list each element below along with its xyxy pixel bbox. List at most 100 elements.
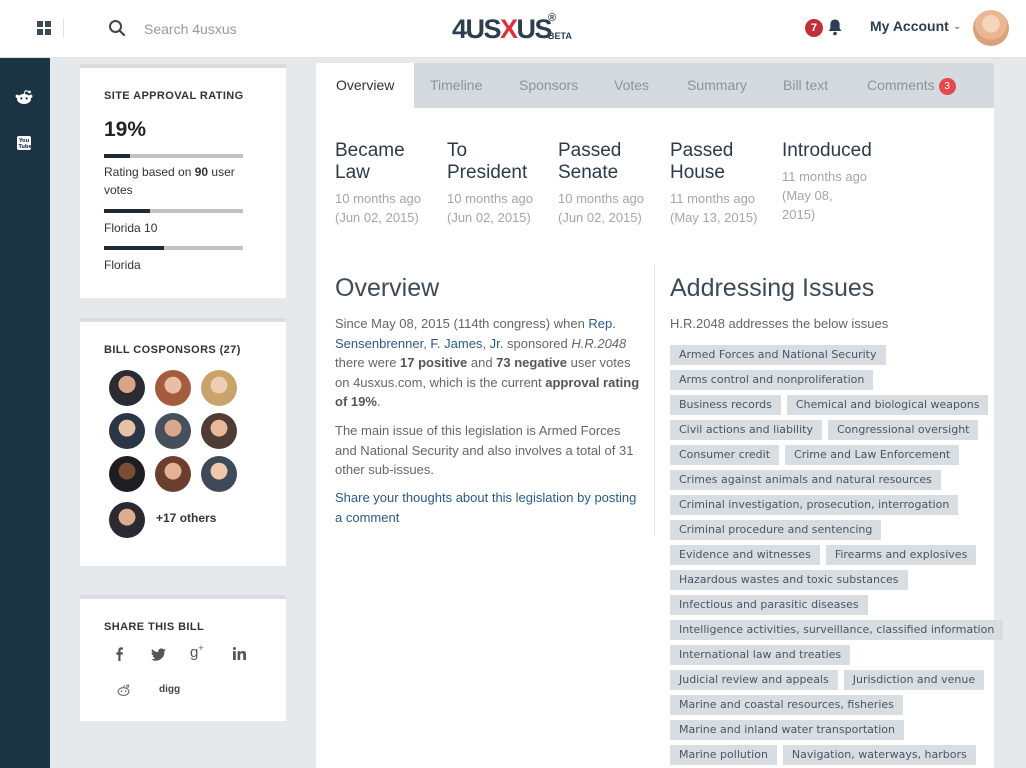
issue-row: Judicial review and appeals Jurisdiction … [670,670,1000,690]
tab-summary[interactable]: Summary [687,63,747,108]
user-avatar[interactable] [973,10,1009,46]
approval-title: SITE APPROVAL RATING [104,90,244,102]
issue-tag[interactable]: Armed Forces and National Security [670,345,886,365]
post-comment-link[interactable]: Share your thoughts about this legislati… [335,490,636,525]
issue-tag[interactable]: Infectious and parasitic diseases [670,595,868,615]
rating-votes: 90 [194,165,209,179]
issue-tag[interactable]: Navigation, waterways, harbors [782,745,976,765]
issue-tag[interactable]: Criminal investigation, prosecution, int… [670,495,959,515]
status-title: To President [447,140,528,183]
issue-row: Civil actions and liability Congressional… [670,420,1000,440]
sponsor-link-name[interactable]: Sensenbrenner [335,336,423,351]
issue-tag[interactable]: Crimes against animals and natural resou… [670,470,941,490]
cosponsor-avatar[interactable] [155,370,191,406]
status-introduced: Introduced 11 months ago (May 08, 2015) [782,140,892,224]
issue-tag[interactable]: Firearms and explosives [825,545,977,565]
state-label: Florida [104,258,141,272]
issue-tag[interactable]: Hazardous wastes and toxic substances [670,570,908,590]
issue-tag[interactable]: Crime and Law Enforcement [785,445,960,465]
issue-row: Business records Chemical and biological … [670,395,1000,415]
issue-tag[interactable]: Criminal procedure and sentencing [670,520,882,540]
reddit-icon[interactable] [14,88,34,106]
apps-grid-icon[interactable] [37,21,51,35]
main-issue-paragraph: The main issue of this legislation is Ar… [335,423,634,477]
cosponsor-avatar[interactable] [109,456,145,492]
cosponsors-title: BILL COSPONSORS (27) [104,344,241,356]
digg-icon[interactable]: digg [159,684,180,695]
my-account-menu[interactable]: My Account [870,18,949,34]
sponsor-link-first[interactable]: F. James [430,336,482,351]
comments-count-badge: 3 [938,78,956,95]
logo-text-a: 4US [452,14,502,44]
overview-paragraph: Since May 08, 2015 (114th congress) when… [335,316,640,409]
issue-tag[interactable]: Civil actions and liability [670,420,822,440]
p1-text-c: there were [335,355,401,370]
facebook-icon[interactable] [114,647,124,661]
issue-tag[interactable]: Marine pollution [670,745,777,765]
issues-intro: H.R.2048 addresses the below issues [670,316,889,331]
issue-tag[interactable]: Arms control and nonproliferation [670,370,874,390]
cosponsor-avatar[interactable] [155,413,191,449]
status-date: 11 months ago (May 13, 2015) [670,191,758,225]
district-bar-fill [104,209,150,213]
bell-icon[interactable] [827,18,843,36]
linkedin-icon[interactable] [233,647,246,660]
left-rail: You Tube [0,58,50,768]
issue-tag[interactable]: Marine and coastal resources, fisheries [670,695,903,715]
cosponsor-avatar[interactable] [155,456,191,492]
notification-count-badge[interactable]: 7 [805,19,823,37]
site-logo[interactable]: 4USXUS ® BETA [452,12,572,45]
issue-row: Arms control and nonproliferation [670,370,1000,390]
tab-timeline[interactable]: Timeline [430,63,482,108]
issue-row: International law and treaties [670,645,1000,665]
tab-comments[interactable]: Comments 3 [867,63,956,108]
issue-tag[interactable]: Congressional oversight [827,420,979,440]
search-input[interactable] [144,18,344,40]
issue-tag[interactable]: Intelligence activities, surveillance, c… [670,620,1004,640]
youtube-icon[interactable]: You Tube [14,134,34,152]
issue-tag[interactable]: Consumer credit [670,445,780,465]
issue-row: Consumer credit Crime and Law Enforcement [670,445,1000,465]
issue-row: Evidence and witnesses Firearms and explo… [670,545,1000,565]
status-date: 10 months ago (Jun 02, 2015) [447,191,534,225]
more-cosponsors-link[interactable]: +17 others [156,511,216,525]
issue-tags: Armed Forces and National Security Arms c… [670,345,1004,768]
tab-votes[interactable]: Votes [614,63,649,108]
issue-tag[interactable]: Marine and inland water transportation [670,720,904,740]
tab-overview[interactable]: Overview [316,63,415,108]
issue-tag[interactable]: International law and treaties [670,645,851,665]
cosponsor-avatar[interactable] [109,370,145,406]
issue-tag[interactable]: Judicial review and appeals [670,670,838,690]
status-title: Introduced [782,140,872,161]
twitter-icon[interactable] [151,648,166,661]
p1-text-b: sponsored [503,335,572,351]
tab-bill-text[interactable]: Bill text [783,63,828,108]
logo-text-b: US [516,14,553,44]
tab-sponsors[interactable]: Sponsors [519,63,578,108]
cosponsor-avatar[interactable] [109,413,145,449]
chevron-down-icon[interactable]: ⌄ [953,21,961,32]
cosponsor-avatar[interactable] [201,456,237,492]
cosponsor-avatar[interactable] [109,502,145,538]
share-card: SHARE THIS BILL g+ digg [80,595,286,721]
status-became-law: Became Law 10 months ago (Jun 02, 2015) [335,140,431,227]
bill-tabs: Overview Timeline Sponsors Votes Summary… [316,63,994,108]
sponsor-link-rep[interactable]: Rep. [588,316,615,331]
google-plus-icon[interactable]: g+ [190,643,204,661]
p1-text-f: . [376,394,381,409]
cosponsor-avatar[interactable] [201,413,237,449]
issue-tag[interactable]: Business records [670,395,781,415]
cosponsor-avatar[interactable] [201,370,237,406]
status-date: 10 months ago (Jun 02, 2015) [335,191,422,225]
state-bar-fill [104,246,164,250]
reddit-icon[interactable] [115,683,132,697]
issue-row: Marine and coastal resources, fisheries [670,695,1000,715]
status-to-president: To President 10 months ago (Jun 02, 2015… [447,140,543,227]
issue-tag[interactable]: Jurisdiction and venue [843,670,985,690]
district-bar [104,209,243,213]
rating-basis-text: Rating based on 90 user votes [104,163,254,199]
sponsor-link-suffix[interactable]: Jr. [490,336,504,351]
issue-tag[interactable]: Chemical and biological weapons [786,395,989,415]
issue-tag[interactable]: Evidence and witnesses [670,545,820,565]
search-icon[interactable] [108,19,126,37]
